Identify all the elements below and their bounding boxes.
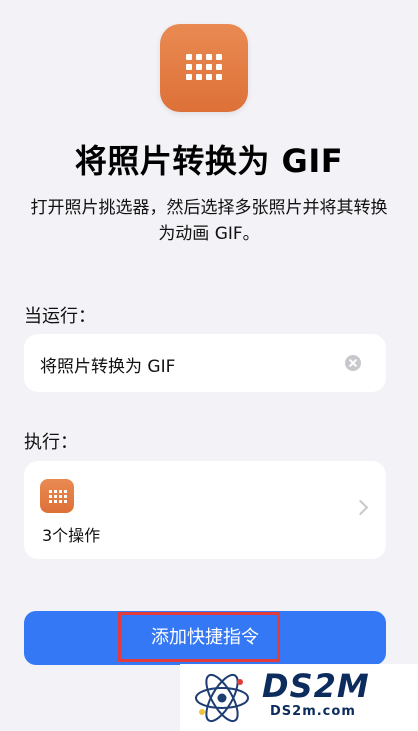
execute-section-label: 执行： [24, 432, 78, 453]
page-title: 将照片转换为 GIF [74, 142, 344, 180]
run-section-label: 当运行： [24, 306, 96, 327]
shortcut-name-field[interactable]: 将照片转换为 GIF [24, 334, 386, 392]
shortcut-app-icon [160, 24, 248, 112]
highlight-box [118, 612, 280, 662]
watermark-domain: DS2m.com [270, 704, 356, 719]
watermark-brand: DS2M [262, 667, 370, 705]
action-count: 3个操作 [42, 526, 101, 545]
watermark: DS2M DS2m.com [180, 664, 418, 731]
atom-logo-icon [195, 673, 249, 723]
actions-card[interactable]: 3个操作 [24, 461, 386, 559]
clear-icon[interactable] [345, 355, 361, 371]
actions-shortcut-icon [40, 479, 74, 513]
grid-icon [186, 54, 222, 80]
chevron-right-icon [352, 499, 369, 516]
grid-icon [49, 490, 67, 503]
shortcut-description: 打开照片挑选器，然后选择多张照片并将其转换为动画 GIF。 [30, 198, 388, 244]
shortcut-name-value: 将照片转换为 GIF [40, 357, 176, 377]
